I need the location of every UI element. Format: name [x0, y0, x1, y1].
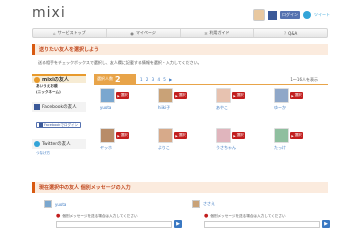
friend-name[interactable]: あやこ — [216, 105, 228, 111]
facebook-login-button[interactable]: ログイン — [280, 11, 300, 19]
friend-photo[interactable] — [158, 128, 173, 143]
facebook-icon — [39, 123, 43, 127]
avatar — [192, 200, 200, 208]
friend-card[interactable]: hiiki子 ▶ 選択 — [158, 88, 187, 114]
friend-card[interactable]: あやこ ▶ 選択 — [216, 88, 245, 114]
play-icon: ▶ — [175, 93, 178, 98]
selected-friend-1: yuota — [44, 200, 66, 208]
friend-photo[interactable] — [274, 88, 289, 103]
twitter-icon — [303, 11, 311, 19]
nav-item-qa[interactable]: ? Q&A — [254, 29, 327, 37]
play-icon: ▶ — [233, 133, 236, 138]
select-button[interactable]: ▶ 選択 — [174, 132, 187, 139]
select-button[interactable]: ▶ 選択 — [232, 92, 245, 99]
pagination[interactable]: 1 2 3 4 5 ▶ — [140, 77, 173, 82]
sidebar-facebook-friends[interactable]: Facebookの友人 — [32, 102, 86, 112]
message-input-1[interactable] — [56, 221, 172, 228]
mixi-logo[interactable]: mixi — [32, 5, 66, 21]
friend-name[interactable]: よりこ — [158, 145, 170, 151]
avatar — [44, 200, 52, 208]
play-icon: ▶ — [291, 93, 294, 98]
select-button[interactable]: ▶ 選択 — [116, 92, 129, 99]
friend-name[interactable]: yuota — [100, 105, 111, 110]
person-icon: ● — [130, 30, 134, 36]
twitter-connect-link[interactable]: つなげ方 — [36, 151, 86, 156]
friend-photo[interactable] — [274, 128, 289, 143]
friend-card[interactable]: ヤッホ ▶ 選択 — [100, 128, 129, 154]
nav-item-service-top[interactable]: ⌂ サービストップ — [33, 29, 107, 37]
nav-item-guide[interactable]: ✲ 利用ガイド — [181, 29, 255, 37]
tweet-button[interactable]: ツイート — [314, 12, 330, 18]
global-nav: ⌂ サービストップ ● マイページ ✲ 利用ガイド ? Q&A — [32, 28, 328, 38]
facebook-icon — [268, 10, 277, 20]
message-input-2[interactable] — [204, 221, 320, 228]
header-right: ログイン ツイート — [253, 9, 330, 21]
header: mixi ログイン ツイート — [0, 0, 360, 28]
gear-icon: ✲ — [204, 30, 208, 36]
selected-count: 2 — [115, 74, 121, 84]
warning-icon: ● — [204, 213, 209, 219]
friend-photo[interactable] — [100, 128, 115, 143]
play-icon: ▶ — [175, 133, 178, 138]
message-hint-1: ● 個別メッセージを送る場合は入力してください — [56, 213, 138, 219]
facebook-login-button[interactable]: Facebookでログイン — [36, 122, 81, 128]
nav-item-mypage[interactable]: ● マイページ — [107, 29, 181, 37]
section-header-messages: 現在選択中の友人 個別メッセージの入力 — [32, 182, 328, 193]
select-button[interactable]: ▶ 選択 — [290, 132, 303, 139]
select-button[interactable]: ▶ 選択 — [232, 132, 245, 139]
friend-photo[interactable] — [158, 88, 173, 103]
friend-name[interactable]: うさちゃん — [216, 145, 236, 151]
sidebar-mixi-friends[interactable]: mixiの友人 — [32, 74, 86, 83]
facebook-icon — [34, 104, 40, 110]
select-button[interactable]: ▶ 選択 — [116, 132, 129, 139]
play-icon: ▶ — [117, 93, 120, 98]
message-hint-2: ● 個別メッセージを送る場合は入力してください — [204, 213, 286, 219]
sidebar-twitter-friends[interactable]: Twitterの友人 — [32, 139, 86, 149]
friend-card[interactable]: ゆーか ▶ 選択 — [274, 88, 303, 114]
friend-name[interactable]: ヤッホ — [100, 145, 112, 151]
twitter-icon — [34, 141, 40, 147]
friend-name[interactable]: hiiki子 — [158, 105, 170, 111]
play-icon: ▶ — [291, 133, 294, 138]
question-icon: ? — [284, 30, 287, 36]
friend-photo[interactable] — [100, 88, 115, 103]
friend-name[interactable]: ゆーか — [274, 105, 286, 111]
display-range: 1〜16人を表示 — [290, 77, 318, 82]
divider — [94, 84, 328, 85]
page: mixi ログイン ツイート ⌂ サービストップ ● マイページ ✲ 利用ガイド ? Q… — [0, 0, 360, 240]
friend-card[interactable]: たっけ ▶ 選択 — [274, 128, 303, 154]
selected-count-tab: 選択人数 2 — [94, 74, 136, 84]
mixi-icon — [34, 76, 40, 83]
avatar[interactable] — [253, 9, 265, 21]
play-icon[interactable]: ▶ — [322, 220, 330, 228]
friend-name[interactable]: たっけ — [274, 145, 286, 151]
friend-card[interactable]: よりこ ▶ 選択 — [158, 128, 187, 154]
house-icon: ⌂ — [53, 30, 56, 36]
select-button[interactable]: ▶ 選択 — [174, 92, 187, 99]
play-icon: ▶ — [117, 133, 120, 138]
friend-card[interactable]: うさちゃん ▶ 選択 — [216, 128, 245, 154]
play-icon[interactable]: ▶ — [174, 220, 182, 228]
section-header-select-friends: 送りたい友人を選択しよう — [32, 44, 328, 55]
instructions: 送る相手をチェックボックスで選択し、友人欄に記載する情報を選択・入力してください… — [38, 60, 202, 65]
play-icon: ▶ — [233, 93, 236, 98]
selected-friend-2: ささえ — [192, 200, 215, 208]
select-button[interactable]: ▶ 選択 — [290, 92, 303, 99]
sidebar: mixiの友人 あいうえお順 (ニックネーム) Facebookの友人 Face… — [32, 74, 86, 170]
warning-icon: ● — [56, 213, 61, 219]
friend-photo[interactable] — [216, 88, 231, 103]
friend-card[interactable]: yuota ▶ 選択 — [100, 88, 129, 114]
friend-photo[interactable] — [216, 128, 231, 143]
friend-selector: 選択人数 2 1 2 3 4 5 ▶ 1〜16人を表示 yuota ▶ 選択 hiik… — [92, 74, 328, 170]
sort-sub-label: (ニックネーム) — [36, 89, 61, 94]
